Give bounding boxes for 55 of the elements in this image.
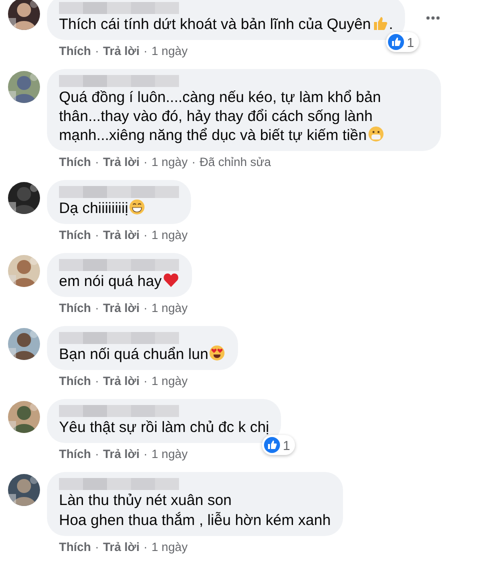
reply-link[interactable]: Trả lời	[103, 374, 140, 388]
comment-time[interactable]: 1 ngày	[152, 44, 188, 58]
separator-dot: ·	[95, 540, 99, 554]
like-icon	[264, 437, 280, 453]
comment-time[interactable]: 1 ngày	[152, 301, 188, 315]
comment-text: Quá đồng í luôn....càng nếu kéo, tự làm khổ bản thân...thay vào đó, hảy thay đổi cách sống lành mạnh...xiêng năng thể dục và biết tự kiếm tiền	[59, 88, 429, 145]
reply-link[interactable]: Trả lời	[103, 228, 140, 242]
separator-dot: ·	[144, 228, 148, 242]
separator-dot: ·	[95, 301, 99, 315]
heart-eyes-face-icon	[209, 345, 226, 361]
separator-dot: ·	[95, 155, 99, 169]
edited-label: Đã chỉnh sửa	[200, 155, 271, 169]
more-options-icon[interactable]	[425, 15, 442, 21]
reply-link[interactable]: Trả lời	[103, 540, 140, 554]
comment-time[interactable]: 1 ngày	[152, 228, 188, 242]
separator-dot: ·	[144, 447, 148, 461]
grinning-face-icon	[129, 199, 146, 215]
face-with-mask-icon	[368, 126, 384, 142]
thumbs-up-icon	[372, 15, 388, 31]
comment-time[interactable]: 1 ngày	[152, 155, 188, 169]
like-link[interactable]: Thích	[59, 301, 91, 315]
separator-dot: ·	[95, 447, 99, 461]
like-link[interactable]: Thích	[59, 44, 91, 58]
separator-dot: ·	[192, 155, 196, 169]
comment-time[interactable]: 1 ngày	[152, 540, 188, 554]
comment-text: Hoa ghen thua thắm , liễu hờn kém xanh	[59, 511, 331, 530]
separator-dot: ·	[144, 44, 148, 58]
comment-text: em nói quá hay	[59, 272, 180, 291]
comment-text: Bạn nối quá chuẩn lun	[59, 345, 226, 364]
like-link[interactable]: Thích	[59, 374, 91, 388]
separator-dot: ·	[144, 301, 148, 315]
like-link[interactable]: Thích	[59, 155, 91, 169]
like-link[interactable]: Thích	[59, 540, 91, 554]
reaction-count[interactable]: 1	[262, 435, 296, 455]
like-link[interactable]: Thích	[59, 228, 91, 242]
separator-dot: ·	[95, 228, 99, 242]
reply-link[interactable]: Trả lời	[103, 44, 140, 58]
like-icon	[388, 34, 404, 50]
reply-link[interactable]: Trả lời	[103, 155, 140, 169]
separator-dot: ·	[144, 540, 148, 554]
heart-icon	[162, 272, 179, 288]
separator-dot: ·	[95, 44, 99, 58]
separator-dot: ·	[144, 374, 148, 388]
separator-dot: ·	[95, 374, 99, 388]
comment-text: Thích cái tính dứt khoát và bản lĩnh của Quyên .	[59, 15, 394, 34]
like-link[interactable]: Thích	[59, 447, 91, 461]
reaction-count[interactable]: 1	[386, 32, 420, 52]
reply-link[interactable]: Trả lời	[103, 447, 140, 461]
reply-link[interactable]: Trả lời	[103, 301, 140, 315]
comment-time[interactable]: 1 ngày	[152, 447, 188, 461]
comment-time[interactable]: 1 ngày	[152, 374, 188, 388]
separator-dot: ·	[144, 155, 148, 169]
comment-text: Làn thu thủy nét xuân son	[59, 491, 233, 510]
comment-text: Yêu thật sự rồi làm chủ đc k chị	[59, 418, 270, 437]
comment-text: Dạ chiiiiiiiiị	[59, 199, 179, 218]
